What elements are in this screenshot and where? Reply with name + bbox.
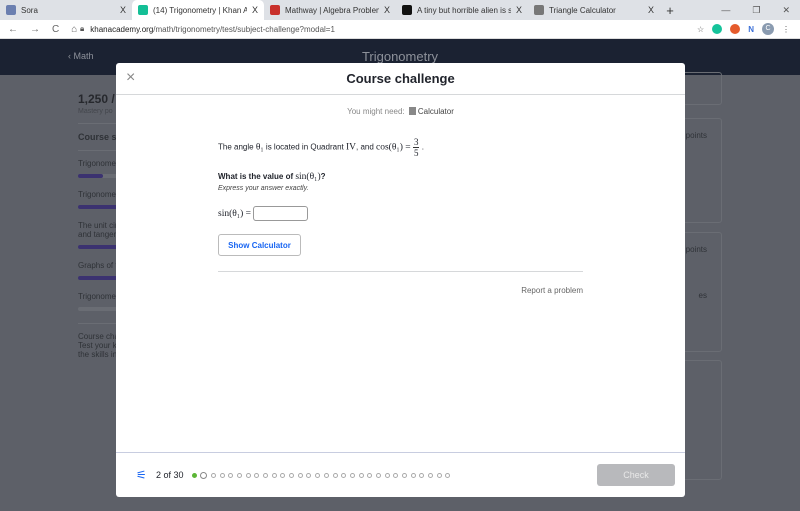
instruction: Express your answer exactly. <box>218 185 309 192</box>
extension-icon[interactable]: N <box>748 25 754 34</box>
might-need: You might need: Calculator <box>347 107 454 116</box>
back-icon[interactable]: ← <box>8 24 18 35</box>
modal-footer: ⚟ 2 of 30 Check <box>116 452 685 497</box>
close-tab-icon[interactable]: X <box>252 5 258 15</box>
progress-dot <box>271 472 277 478</box>
show-calculator-button[interactable]: Show Calculator <box>218 234 301 256</box>
progress-dot <box>280 472 286 478</box>
close-tab-icon[interactable]: X <box>516 5 522 15</box>
browser-tab[interactable]: Sora X <box>0 0 132 20</box>
progress-dot <box>428 472 434 478</box>
lock-icon: 🔒︎ <box>80 24 85 33</box>
favicon-icon <box>270 5 280 15</box>
progress-dot <box>297 472 303 478</box>
brave-icon[interactable] <box>730 24 741 34</box>
address-bar: ← → C ⌂ 🔒︎ khanacademy.org/math/trigonometry… <box>0 20 800 39</box>
progress-dot <box>306 472 312 478</box>
progress-dot <box>210 472 216 478</box>
streak-icon: ⚟ <box>136 468 147 482</box>
favicon-icon <box>138 5 148 15</box>
question-prompt: What is the value of sin(θ₁)? <box>218 172 326 182</box>
progress-dot <box>245 472 251 478</box>
progress-dot <box>228 472 234 478</box>
window-controls: — ❐ ✕ <box>721 0 800 20</box>
close-icon[interactable]: × <box>126 69 135 87</box>
close-tab-icon[interactable]: X <box>120 5 126 15</box>
progress-dot <box>200 471 208 479</box>
fraction: 35 <box>412 137 420 158</box>
minimize-icon[interactable]: — <box>721 5 730 15</box>
progress-dot <box>191 472 197 478</box>
progress-dot <box>289 472 295 478</box>
progress-dot <box>393 472 399 478</box>
progress-dot <box>410 472 416 478</box>
progress-dot <box>254 472 260 478</box>
close-tab-icon[interactable]: X <box>648 5 654 15</box>
favicon-icon <box>6 5 16 15</box>
progress-dot <box>358 472 364 478</box>
browser-tab[interactable]: A tiny but horrible alien is standingX <box>396 0 528 20</box>
progress-dot <box>219 472 225 478</box>
star-icon[interactable]: ☆ <box>697 25 704 34</box>
question: The angle θ₁ is located in Quadrant IV, … <box>218 137 598 256</box>
check-button[interactable]: Check <box>597 464 675 486</box>
progress-dot <box>349 472 355 478</box>
report-problem-link[interactable]: Report a problem <box>521 286 583 295</box>
progress-dot <box>436 472 442 478</box>
avatar[interactable]: C <box>762 23 774 35</box>
new-tab-button[interactable]: + <box>660 0 680 20</box>
url-field[interactable]: 🔒︎ khanacademy.org/math/trigonometry/test… <box>80 24 697 34</box>
progress-dot <box>323 472 329 478</box>
home-icon[interactable]: ⌂ <box>71 24 77 35</box>
divider <box>218 271 583 272</box>
browser-tab[interactable]: (14) Trigonometry | Khan AcademyX <box>132 0 264 20</box>
progress-dot <box>445 472 451 478</box>
forward-icon[interactable]: → <box>30 24 40 35</box>
favicon-icon <box>534 5 544 15</box>
progress-dot <box>341 472 347 478</box>
progress-dot <box>419 472 425 478</box>
close-tab-icon[interactable]: X <box>384 5 390 15</box>
close-window-icon[interactable]: ✕ <box>782 5 790 16</box>
progress-dot <box>384 472 390 478</box>
question-stem: The angle θ₁ is located in Quadrant IV, … <box>218 137 424 158</box>
menu-icon[interactable]: ⋮ <box>782 25 790 34</box>
page-title: Trigonometry <box>361 49 439 64</box>
tab-bar: SoraX(14) Trigonometry | Khan AcademyXMa… <box>0 0 800 20</box>
reload-icon[interactable]: C <box>52 24 59 35</box>
progress-dots <box>191 471 451 479</box>
browser-tab[interactable]: Triangle Calculator X <box>528 0 660 20</box>
maximize-icon[interactable]: ❐ <box>752 5 760 16</box>
grammarly-icon[interactable] <box>712 24 723 34</box>
answer-input[interactable] <box>253 206 309 221</box>
calculator-icon <box>408 107 416 115</box>
modal-title: Course challenge <box>346 71 455 86</box>
favicon-icon <box>402 5 412 15</box>
progress-dot <box>263 472 269 478</box>
progress-dot <box>315 472 321 478</box>
course-challenge-modal: × Course challenge You might need: Calcu… <box>116 63 685 497</box>
progress-dot <box>332 472 338 478</box>
progress-dot <box>367 472 373 478</box>
progress-dot <box>402 472 408 478</box>
browser-tab[interactable]: Mathway | Algebra Problem SolverX <box>264 0 396 20</box>
answer-label: sin(θ₁) = <box>218 208 252 219</box>
progress-count: 2 of 30 <box>156 470 184 480</box>
progress-dot <box>375 472 381 478</box>
progress-dot <box>236 472 242 478</box>
